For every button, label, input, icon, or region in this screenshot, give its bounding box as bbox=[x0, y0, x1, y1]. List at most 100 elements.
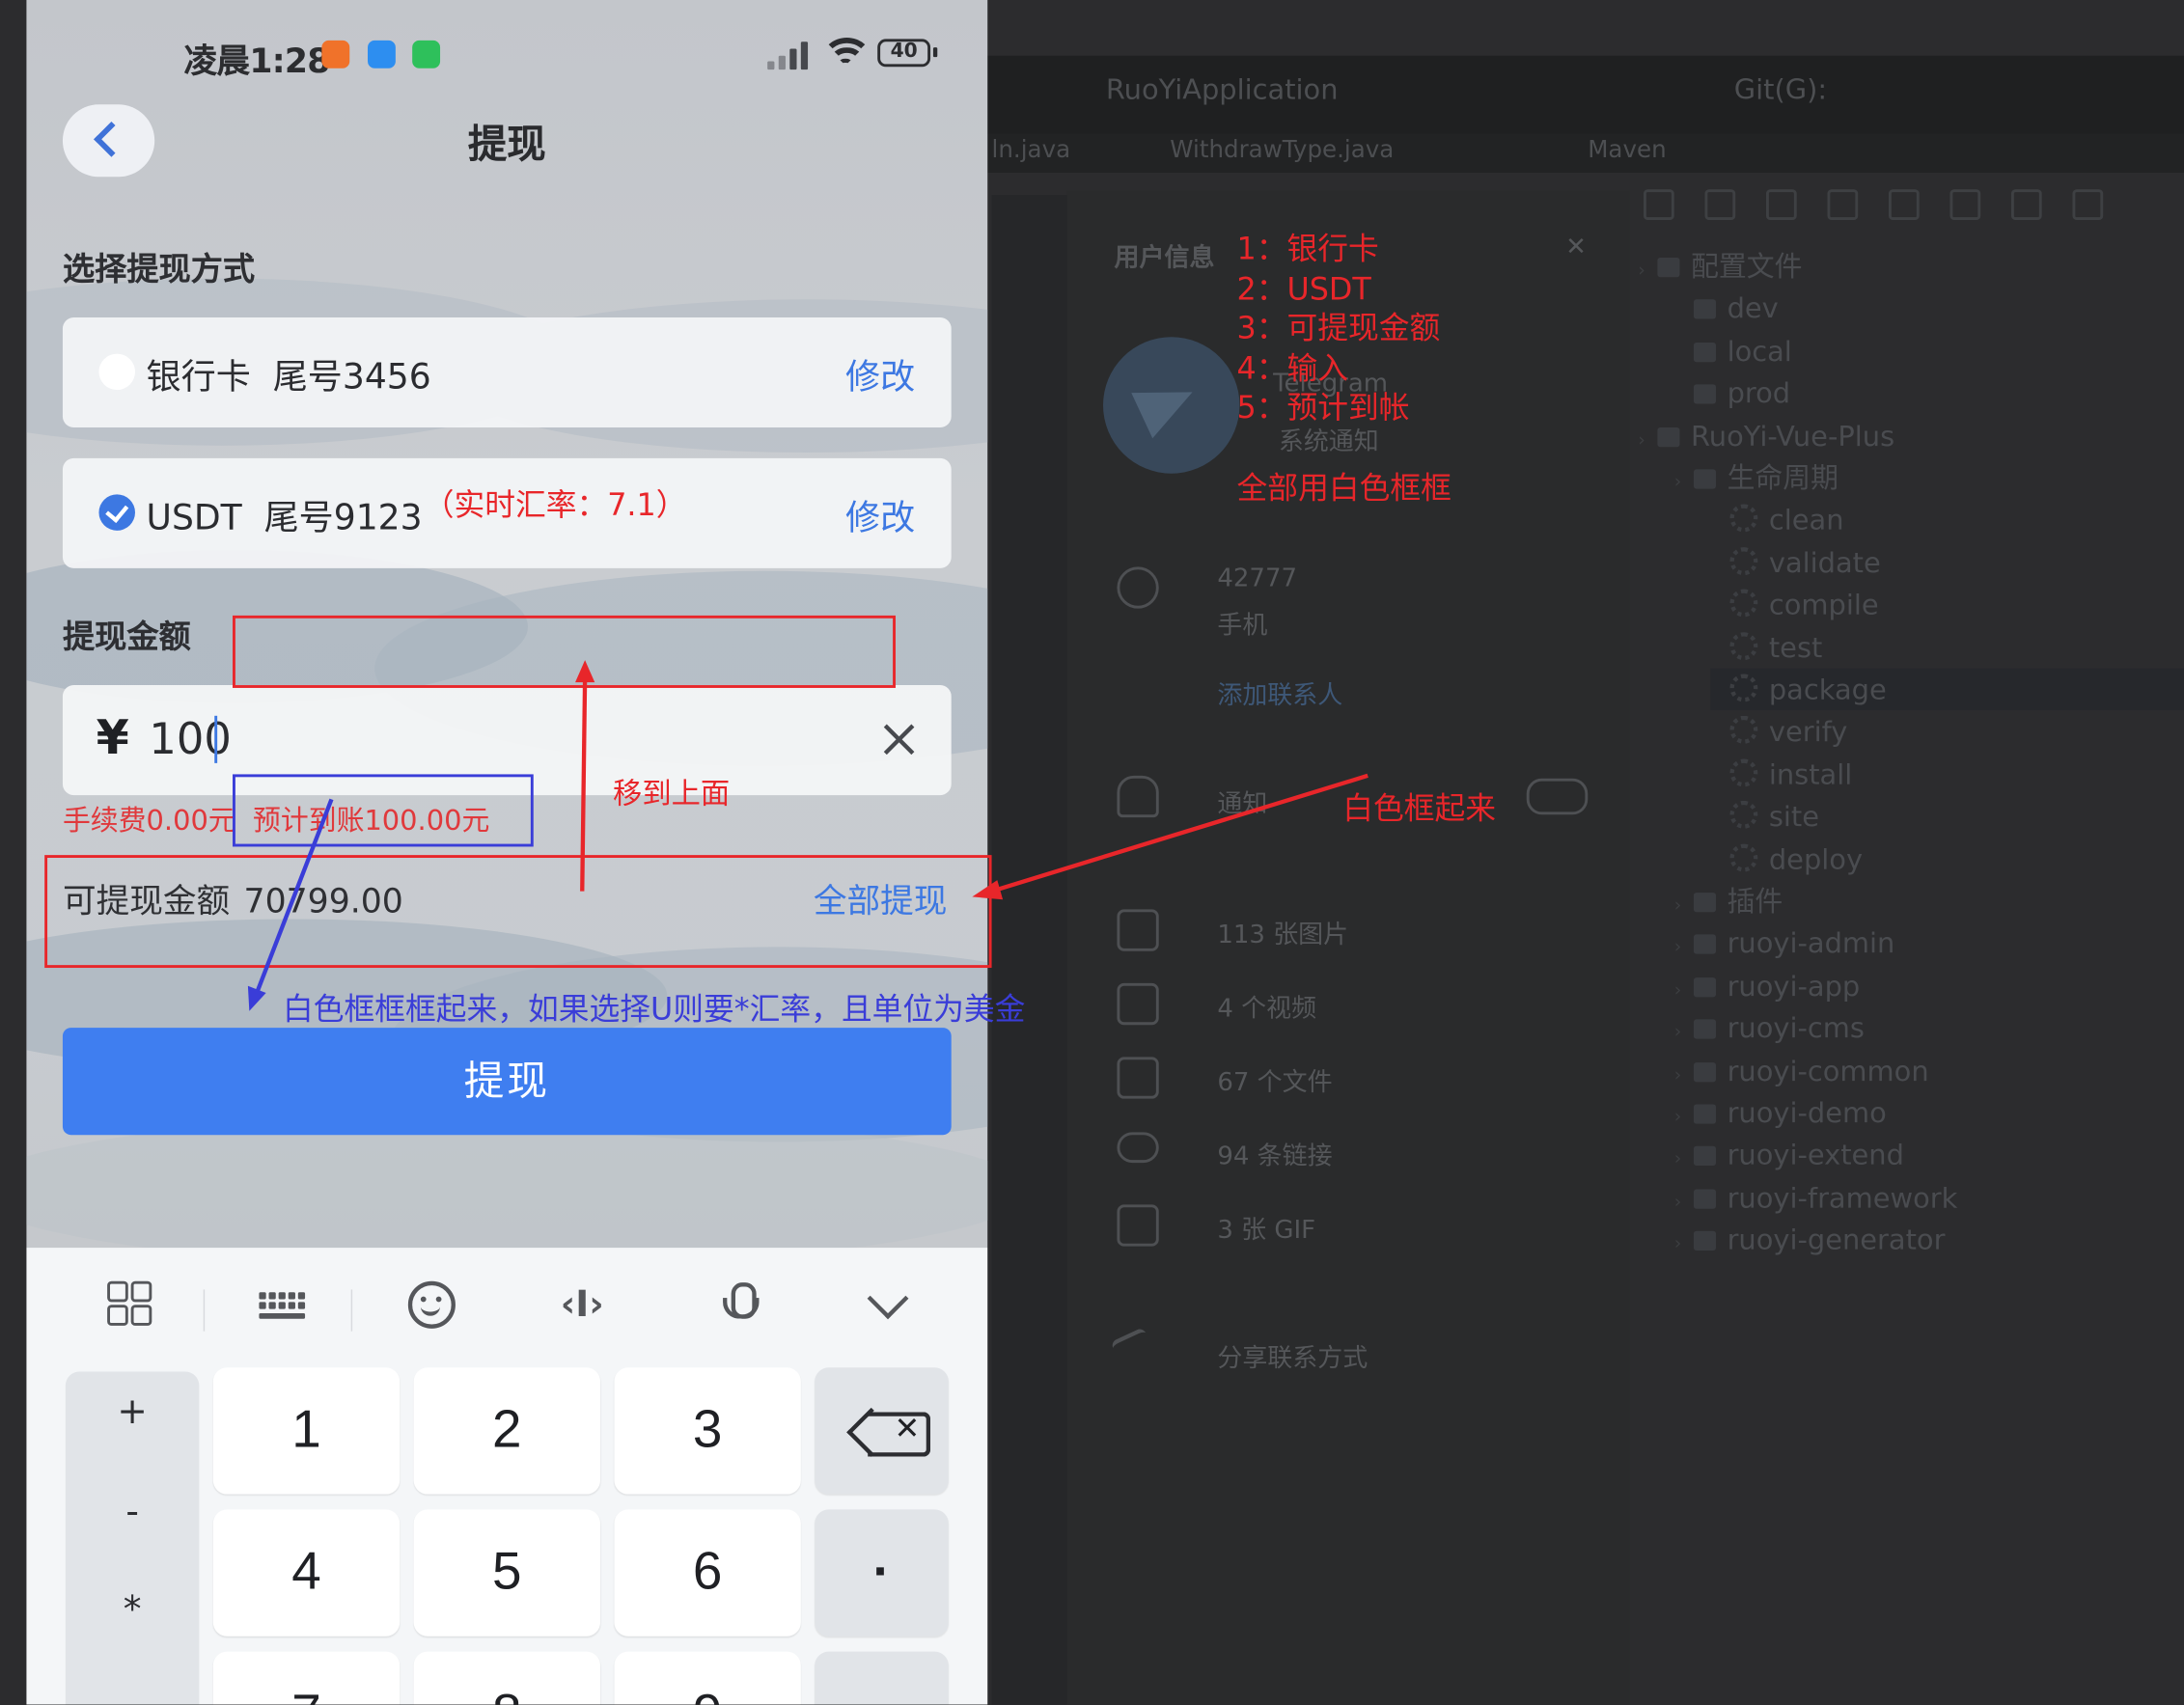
chevron-down-icon[interactable] bbox=[865, 1281, 912, 1329]
expand-arrow-icon: › bbox=[1673, 1107, 1682, 1128]
maven-tab[interactable]: Maven bbox=[1588, 136, 1666, 164]
editor-tab[interactable]: WithdrawType.java bbox=[1170, 136, 1394, 164]
maven-tree-label: test bbox=[1768, 630, 1823, 664]
edit-usdt-link[interactable]: 修改 bbox=[845, 490, 915, 540]
gear-icon bbox=[1729, 842, 1758, 871]
emoji-icon[interactable] bbox=[407, 1280, 456, 1329]
radio-unchecked-icon[interactable] bbox=[98, 353, 135, 391]
backspace-icon: ✕ bbox=[894, 1410, 921, 1446]
key-plus[interactable]: + bbox=[66, 1391, 200, 1433]
maven-tree-item[interactable]: › ruoyi-admin bbox=[1674, 922, 2184, 964]
submit-withdraw-button[interactable]: 提现 bbox=[62, 1028, 952, 1136]
download-icon[interactable] bbox=[1704, 189, 1736, 221]
maven-tree-label: ruoyi-common bbox=[1727, 1053, 1929, 1087]
shared-photos[interactable]: 113 张图片 bbox=[1217, 915, 1348, 951]
key-7[interactable]: 7 bbox=[212, 1651, 401, 1705]
annotation-all-white-box: 全部用白色框框 bbox=[1236, 472, 1451, 508]
collapse-icon[interactable] bbox=[2072, 189, 2104, 221]
info-icon bbox=[1117, 566, 1159, 609]
share-contact-link[interactable]: 分享联系方式 bbox=[1217, 1338, 1368, 1375]
refresh-icon[interactable] bbox=[1643, 189, 1674, 221]
keyboard-layout-icon[interactable] bbox=[257, 1281, 306, 1329]
maven-tree-item[interactable]: › RuoYi-Vue-Plus bbox=[1638, 414, 2184, 455]
key-multiply[interactable]: * bbox=[66, 1589, 200, 1631]
maven-tree-item[interactable]: package bbox=[1710, 668, 2184, 711]
radio-checked-icon[interactable] bbox=[98, 494, 135, 531]
maven-tree-item[interactable]: test bbox=[1710, 626, 2184, 668]
maven-tree-label: clean bbox=[1768, 503, 1844, 537]
maven-tree-label: dev bbox=[1727, 291, 1779, 325]
git-menu[interactable]: Git(G): bbox=[1734, 72, 1827, 106]
maven-tree-item[interactable]: site bbox=[1710, 795, 2184, 837]
maven-tree-item[interactable]: › ruoyi-app bbox=[1674, 965, 2184, 1006]
toggle-offline-icon[interactable] bbox=[1949, 189, 1981, 221]
close-icon[interactable]: ✕ bbox=[1565, 233, 1587, 261]
maven-tree-item[interactable]: verify bbox=[1710, 711, 2184, 753]
maven-tree-item[interactable]: compile bbox=[1710, 584, 2184, 625]
maven-tree-item[interactable]: › ruoyi-demo bbox=[1674, 1091, 2184, 1133]
run-config-selector[interactable]: RuoYiApplication bbox=[1106, 72, 1339, 106]
maven-tree-item[interactable]: clean bbox=[1710, 499, 2184, 540]
shared-gifs[interactable]: 3 张 GIF bbox=[1217, 1210, 1315, 1247]
text-caret bbox=[214, 715, 218, 763]
editor-tab[interactable]: ln.java bbox=[992, 136, 1071, 164]
key-4[interactable]: 4 bbox=[212, 1509, 401, 1636]
maven-tree-item[interactable]: › 配置文件 bbox=[1638, 245, 2184, 287]
backspace-key[interactable]: ✕ bbox=[815, 1367, 949, 1495]
maven-tree-item[interactable]: validate bbox=[1710, 541, 2184, 583]
maven-tree-item[interactable]: › 生命周期 bbox=[1674, 456, 2184, 498]
maven-tree-item[interactable]: › 插件 bbox=[1674, 880, 2184, 921]
cursor-move-icon[interactable]: ‹I› bbox=[559, 1281, 606, 1329]
bell-icon bbox=[1117, 775, 1159, 818]
maven-tree-item[interactable]: › ruoyi-common bbox=[1674, 1050, 2184, 1091]
microphone-icon[interactable] bbox=[717, 1281, 764, 1329]
key-9[interactable]: 9 bbox=[614, 1651, 801, 1705]
maven-tree-item[interactable]: deploy bbox=[1710, 838, 2184, 879]
key-3[interactable]: 3 bbox=[614, 1367, 801, 1495]
settings-icon[interactable] bbox=[2010, 189, 2042, 221]
key-minus[interactable]: - bbox=[66, 1492, 200, 1533]
ide-toolbar: RuoYiApplication Git(G): bbox=[987, 55, 2184, 134]
maven-tree-label: deploy bbox=[1768, 841, 1864, 876]
add-icon[interactable] bbox=[1765, 189, 1797, 221]
gear-icon bbox=[1729, 631, 1758, 660]
method-option-bank-card[interactable]: 银行卡 尾号3456 修改 bbox=[62, 317, 952, 428]
maven-tree-item[interactable]: › ruoyi-framework bbox=[1674, 1176, 2184, 1218]
run-icon[interactable] bbox=[1827, 189, 1859, 221]
expand-arrow-icon: › bbox=[1673, 472, 1682, 493]
maven-tree-item[interactable]: › ruoyi-extend bbox=[1674, 1134, 2184, 1175]
maven-tree-item[interactable]: › ruoyi-cms bbox=[1674, 1007, 2184, 1049]
contact-phone: 42777 bbox=[1217, 564, 1298, 593]
maven-tree-item[interactable]: local bbox=[1674, 330, 2184, 371]
shared-files[interactable]: 67 个文件 bbox=[1217, 1062, 1332, 1099]
folder-icon bbox=[1693, 469, 1717, 489]
folder-icon bbox=[1693, 893, 1717, 913]
maven-tree-label: RuoYi-Vue-Plus bbox=[1691, 418, 1895, 453]
maven-module-icon bbox=[1693, 1061, 1717, 1082]
key-1[interactable]: 1 bbox=[212, 1367, 401, 1495]
key-6[interactable]: 6 bbox=[614, 1509, 801, 1636]
maven-tree-item[interactable]: dev bbox=[1674, 288, 2184, 329]
confirm-key[interactable] bbox=[815, 1651, 949, 1705]
maven-module-icon bbox=[1693, 1104, 1717, 1124]
page-title: 提现 bbox=[467, 121, 546, 168]
maven-tree-item[interactable]: install bbox=[1710, 753, 2184, 794]
notifications-toggle[interactable] bbox=[1526, 778, 1589, 815]
key-dot[interactable]: · bbox=[815, 1509, 949, 1636]
key-2[interactable]: 2 bbox=[413, 1367, 601, 1495]
clear-icon[interactable] bbox=[882, 723, 916, 756]
maven-tree-label: ruoyi-framework bbox=[1727, 1180, 1958, 1215]
shared-videos[interactable]: 4 个视频 bbox=[1217, 989, 1316, 1026]
key-8[interactable]: 8 bbox=[413, 1651, 601, 1705]
add-contact-link[interactable]: 添加联系人 bbox=[1217, 675, 1342, 712]
apps-grid-icon[interactable] bbox=[107, 1280, 154, 1329]
maven-tree-item[interactable]: prod bbox=[1674, 372, 2184, 414]
key-5[interactable]: 5 bbox=[413, 1509, 601, 1636]
maven-goal-icon[interactable] bbox=[1888, 189, 1920, 221]
maven-tree-item[interactable]: › ruoyi-generator bbox=[1674, 1219, 2184, 1260]
expand-arrow-icon: › bbox=[1638, 429, 1645, 452]
shared-links[interactable]: 94 条链接 bbox=[1217, 1137, 1332, 1173]
edit-bank-card-link[interactable]: 修改 bbox=[845, 349, 915, 399]
annotation-exchange-rate: （实时汇率：7.1） bbox=[423, 488, 687, 524]
share-icon bbox=[1110, 1327, 1161, 1379]
